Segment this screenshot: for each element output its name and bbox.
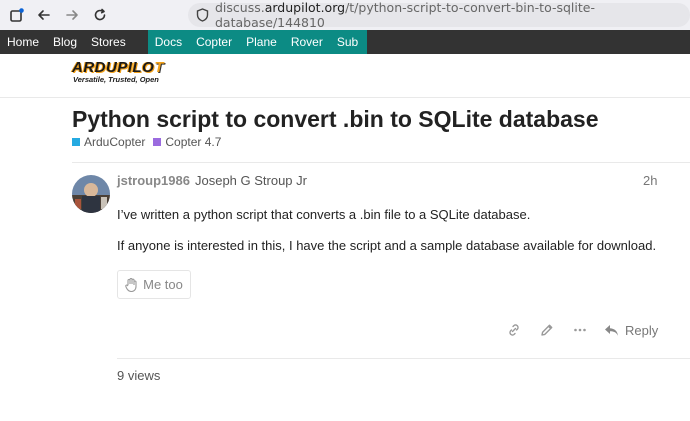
category-copter-4-7[interactable]: Copter 4.7 — [153, 135, 221, 149]
me-too-button[interactable]: Me too — [117, 270, 191, 299]
avatar[interactable] — [72, 175, 110, 213]
tab-overview-icon[interactable] — [8, 6, 26, 24]
edit-pencil-icon[interactable] — [538, 321, 556, 339]
post-age[interactable]: 2h — [643, 173, 657, 188]
reply-label: Reply — [625, 322, 659, 338]
topic-categories: ArduCopter Copter 4.7 — [72, 135, 229, 149]
category-color-swatch — [153, 138, 162, 146]
nav-home[interactable]: Home — [0, 30, 46, 54]
link-icon[interactable] — [505, 321, 523, 339]
category-color-swatch — [72, 138, 80, 146]
nav-docs[interactable]: Docs — [147, 30, 190, 54]
forward-arrow-icon[interactable] — [63, 6, 81, 24]
view-count: 9 views — [117, 368, 161, 383]
post-fullname[interactable]: Joseph G Stroup Jr — [195, 173, 307, 188]
reload-icon[interactable] — [91, 6, 109, 24]
category-arducopter[interactable]: ArduCopter — [72, 135, 145, 149]
me-too-label: Me too — [143, 277, 183, 292]
post-divider-top — [72, 162, 690, 163]
nav-copter[interactable]: Copter — [189, 30, 240, 54]
shield-icon[interactable] — [196, 8, 209, 22]
logo-tagline: Versatile, Trusted, Open — [73, 75, 159, 84]
logo-wordmark: ARDUPILOT — [72, 59, 165, 76]
hand-icon — [125, 277, 137, 292]
nav-stores[interactable]: Stores — [84, 30, 133, 54]
back-arrow-icon[interactable] — [35, 6, 53, 24]
nav-rover[interactable]: Rover — [283, 30, 330, 54]
post-paragraph: I’ve written a python script that conver… — [117, 207, 531, 222]
post-meta: jstroup1986 Joseph G Stroup Jr — [117, 173, 307, 188]
post-divider-bottom — [117, 358, 690, 359]
site-nav: Home Blog Stores Docs Copter Plane Rover… — [0, 30, 690, 54]
nav-separator — [132, 30, 148, 54]
more-options-icon[interactable] — [571, 321, 589, 339]
address-bar[interactable]: discuss.ardupilot.org/t/python-script-to… — [188, 0, 690, 30]
post-paragraph: If anyone is interested in this, I have … — [117, 238, 657, 253]
reply-arrow-icon — [604, 324, 619, 337]
nav-blog[interactable]: Blog — [46, 30, 84, 54]
browser-toolbar: discuss.ardupilot.org/t/python-script-to… — [0, 0, 690, 30]
post-username[interactable]: jstroup1986 — [117, 173, 190, 188]
reply-button[interactable]: Reply — [604, 319, 658, 341]
nav-sub[interactable]: Sub — [329, 30, 368, 54]
nav-plane[interactable]: Plane — [239, 30, 284, 54]
url-text: discuss.ardupilot.org/t/python-script-to… — [215, 0, 595, 30]
ardupilot-logo[interactable]: ARDUPILOT Versatile, Trusted, Open — [72, 59, 164, 85]
site-header: ARDUPILOT Versatile, Trusted, Open — [0, 54, 690, 98]
topic-title[interactable]: Python script to convert .bin to SQLite … — [72, 106, 599, 133]
